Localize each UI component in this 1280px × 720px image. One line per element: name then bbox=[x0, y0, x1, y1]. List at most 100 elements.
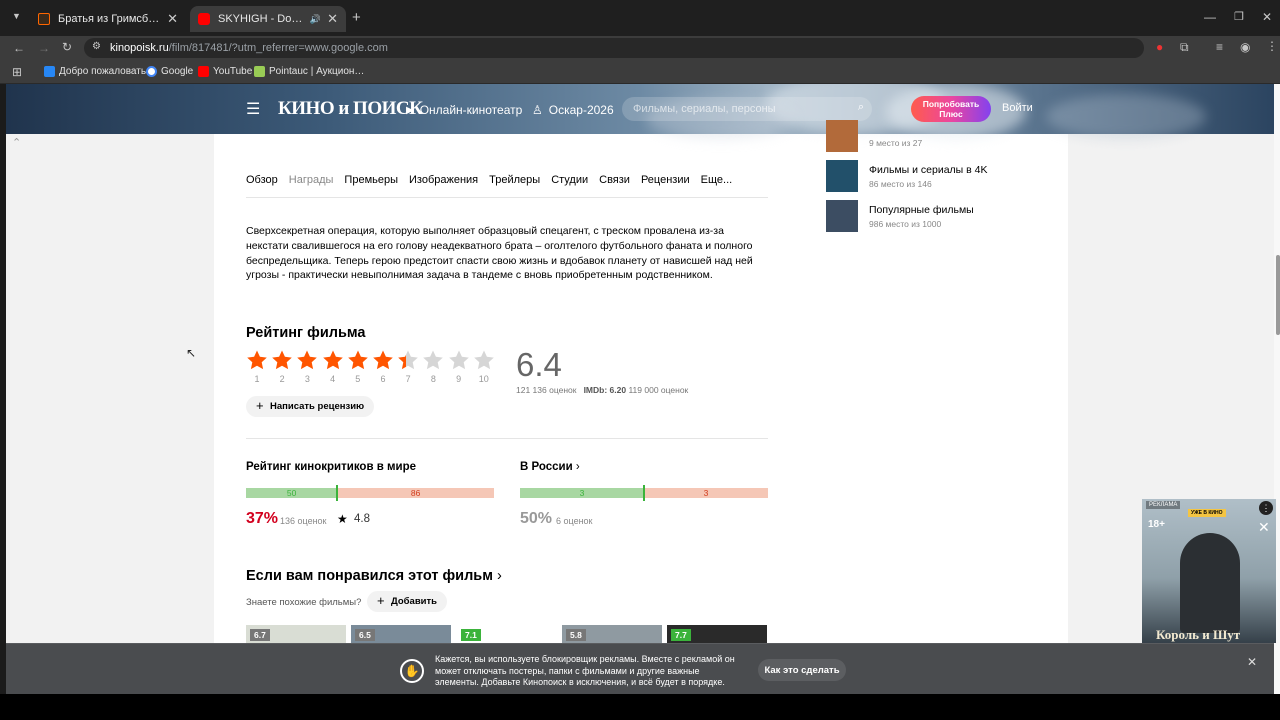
nav-premieres[interactable]: Премьеры bbox=[344, 174, 398, 186]
online-cinema-link[interactable]: ▶ Онлайн-кинотеатр bbox=[406, 103, 522, 117]
close-tab-icon[interactable]: ✕ bbox=[167, 11, 178, 27]
audio-playing-icon[interactable]: 🔊 bbox=[310, 14, 321, 25]
divider bbox=[246, 438, 768, 439]
rating-star-3[interactable] bbox=[296, 349, 318, 371]
rating-votes: 121 136 оценок IMDb: 6.20 119 000 оценок bbox=[516, 385, 688, 395]
ad-title: Король и Шут bbox=[1156, 627, 1241, 642]
profile-icon[interactable]: ◉ bbox=[1240, 40, 1250, 54]
bottom-bar bbox=[0, 694, 1280, 720]
close-tab-icon[interactable]: ✕ bbox=[327, 11, 338, 27]
nav-reviews[interactable]: Рецензии bbox=[641, 174, 690, 186]
nav-connections[interactable]: Связи bbox=[599, 174, 630, 186]
new-tab-icon[interactable]: + bbox=[352, 9, 361, 26]
bookmark-vk[interactable]: Добро пожаловать… bbox=[44, 66, 156, 77]
poster-rating-badge: 5.8 bbox=[566, 629, 586, 641]
banner-close-icon[interactable]: ✕ bbox=[1247, 655, 1257, 669]
reload-icon[interactable]: ↻ bbox=[62, 40, 72, 54]
nav-studios[interactable]: Студии bbox=[551, 174, 588, 186]
extensions-puzzle-icon[interactable]: ⧉ bbox=[1180, 40, 1189, 55]
ad-label: РЕКЛАМА bbox=[1146, 501, 1181, 509]
tab-grimsby[interactable]: Братья из Гримсби фильм, 20… ✕ bbox=[30, 6, 186, 32]
address-bar[interactable]: ⚙ kinopoisk.ru/film/817481/?utm_referrer… bbox=[84, 38, 1144, 58]
similar-poster-4[interactable]: 5.8 bbox=[562, 625, 662, 645]
forward-icon[interactable]: → bbox=[38, 41, 50, 55]
world-negative-segment: 86 bbox=[337, 488, 494, 498]
tab-skyhigh[interactable]: SKYHIGH - Don't Look Back… 🔊 ✕ bbox=[190, 6, 346, 32]
back-icon[interactable]: ← bbox=[13, 41, 25, 55]
star-icon: ★ bbox=[337, 512, 348, 526]
world-positive-count: 50 bbox=[286, 488, 297, 498]
ad-block[interactable]: РЕКЛАМА ⋮ ✕ 18+ УЖЕ В КИНО Король и Шут bbox=[1142, 499, 1276, 643]
bookmark-label: Google bbox=[161, 66, 194, 77]
russia-positive-count: 3 bbox=[579, 488, 585, 498]
login-link[interactable]: Войти bbox=[1002, 102, 1033, 114]
adblock-banner: ✋ Кажется, вы используете блокировщик ре… bbox=[6, 643, 1274, 694]
scroll-up-chevron-icon[interactable]: ⌃ bbox=[12, 136, 21, 149]
tab-search-icon[interactable]: ▼ bbox=[12, 11, 21, 21]
rating-star-6[interactable] bbox=[372, 349, 394, 371]
plus-icon: + bbox=[256, 398, 264, 413]
poster-rating-badge: 7.7 bbox=[671, 629, 691, 641]
rating-star-7[interactable] bbox=[397, 349, 419, 371]
similar-poster-1[interactable]: 6.7 bbox=[246, 625, 346, 645]
similar-films-title[interactable]: Если вам понравился этот фильм › bbox=[246, 568, 502, 584]
search-icon[interactable]: ⌕ bbox=[858, 101, 864, 114]
menu-icon[interactable]: ⋮ bbox=[1266, 39, 1278, 53]
ad-more-icon[interactable]: ⋮ bbox=[1259, 501, 1273, 515]
ad-age-rating: 18+ bbox=[1148, 519, 1165, 530]
rating-star-10[interactable] bbox=[473, 349, 495, 371]
rating-star-4[interactable] bbox=[322, 349, 344, 371]
hamburger-menu-icon[interactable]: ☰ bbox=[246, 99, 260, 119]
collection-thumbnail bbox=[826, 160, 858, 192]
similar-poster-3[interactable]: 7.1 bbox=[457, 625, 557, 645]
bookmark-youtube[interactable]: YouTube bbox=[198, 66, 252, 77]
rating-star-2[interactable] bbox=[271, 349, 293, 371]
similar-title-label: Если вам понравился этот фильм bbox=[246, 568, 493, 584]
site-info-icon[interactable]: ⚙ bbox=[92, 41, 101, 52]
write-review-button[interactable]: + Написать рецензию bbox=[246, 396, 375, 417]
vk-icon bbox=[44, 66, 55, 77]
close-window-icon[interactable]: ✕ bbox=[1262, 10, 1272, 24]
add-similar-button[interactable]: + Добавить bbox=[367, 591, 448, 612]
rating-star-1[interactable] bbox=[246, 349, 268, 371]
nav-images[interactable]: Изображения bbox=[409, 174, 478, 186]
nav-overview[interactable]: Обзор bbox=[246, 174, 278, 186]
ad-close-icon[interactable]: ✕ bbox=[1258, 519, 1270, 536]
bookmark-pointauc[interactable]: Pointauc | Аукцион… bbox=[254, 66, 364, 77]
russia-critics-link[interactable]: В России › bbox=[520, 461, 580, 473]
media-control-icon[interactable]: ≡ bbox=[1216, 40, 1223, 54]
rating-score: 6.4 bbox=[516, 346, 562, 383]
how-to-button[interactable]: Как это сделать bbox=[758, 659, 846, 681]
russia-critics-bar: 3 3 bbox=[520, 485, 768, 501]
similar-poster-2[interactable]: 6.5 bbox=[351, 625, 451, 645]
rating-star-9[interactable] bbox=[448, 349, 470, 371]
kinopoisk-logo[interactable]: КИНО и ПОИСК bbox=[278, 98, 423, 120]
minimize-icon[interactable]: — bbox=[1204, 10, 1216, 24]
bookmark-label: YouTube bbox=[213, 66, 253, 77]
search-input[interactable]: Фильмы, сериалы, персоны ⌕ bbox=[622, 97, 872, 121]
url-path: /film/817481/?utm_referrer=www.google.co… bbox=[168, 42, 388, 54]
scrollbar-thumb[interactable] bbox=[1276, 255, 1280, 335]
chevron-right-icon: › bbox=[575, 461, 580, 473]
bookmark-google[interactable]: Google bbox=[146, 66, 193, 77]
similar-poster-5[interactable]: 7.7 bbox=[667, 625, 767, 645]
nav-awards[interactable]: Награды bbox=[289, 174, 334, 186]
plus-icon: + bbox=[377, 593, 385, 608]
rating-star-label: 5 bbox=[355, 374, 361, 384]
rating-star-label: 8 bbox=[430, 374, 436, 384]
mouse-cursor-icon: ↖ bbox=[186, 346, 197, 360]
collection-title: Популярные фильмы bbox=[869, 204, 974, 216]
collection-rank: 86 место из 146 bbox=[869, 179, 932, 189]
extension-icon[interactable]: ● bbox=[1156, 40, 1163, 54]
apps-grid-icon[interactable]: ⊞ bbox=[12, 65, 22, 79]
tab-title: SKYHIGH - Don't Look Back… bbox=[218, 13, 306, 25]
nav-trailers[interactable]: Трейлеры bbox=[489, 174, 540, 186]
rating-star-5[interactable] bbox=[347, 349, 369, 371]
nav-more[interactable]: Еще... bbox=[701, 174, 733, 186]
rating-star-8[interactable] bbox=[422, 349, 444, 371]
restore-icon[interactable]: ❐ bbox=[1234, 10, 1244, 23]
try-plus-button[interactable]: Попробовать Плюс bbox=[911, 96, 991, 122]
oscar-link[interactable]: ♙ Оскар-2026 bbox=[532, 103, 614, 117]
rating-star-label: 2 bbox=[279, 374, 285, 384]
adblock-message: Кажется, вы используете блокировщик рекл… bbox=[435, 654, 735, 687]
